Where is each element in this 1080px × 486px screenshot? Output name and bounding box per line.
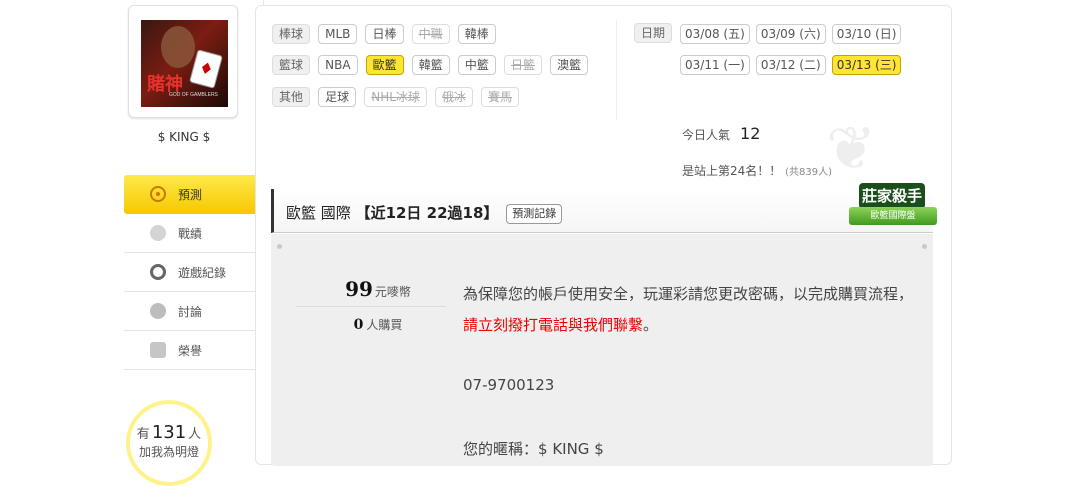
medal-icon xyxy=(150,342,166,358)
date-tag[interactable]: 03/12 (二) xyxy=(755,55,826,75)
nav-item-label: 戰績 xyxy=(178,226,203,241)
today-popularity: 今日人氣 12 xyxy=(682,124,761,143)
sidebar-nav: 預測 戰績 遊戲紀錄 討論 榮譽 xyxy=(124,175,271,370)
nav-item-record[interactable]: 戰績 xyxy=(124,214,264,253)
league-tag-selected[interactable]: 歐籃 xyxy=(365,55,404,75)
award-badge: 莊家殺手 歐籃國際盤 xyxy=(849,183,941,233)
league-tag: 中職 xyxy=(411,24,450,44)
filter-row-baseball: 棒球 MLB 日棒 中職 韓棒 xyxy=(272,23,499,44)
award-badge-title: 莊家殺手 xyxy=(859,183,925,209)
chart-icon xyxy=(150,225,166,241)
league-tag[interactable]: MLB xyxy=(318,24,358,44)
prediction-title-bar: 歐籃 國際 【近12日 22過18】 預測記錄 莊家殺手 歐籃國際盤 xyxy=(271,183,937,233)
league-tag: 日籃 xyxy=(503,55,542,75)
league-tag: NHL冰球 xyxy=(364,87,427,107)
award-badge-ribbon: 歐籃國際盤 xyxy=(849,207,937,225)
nav-item-label: 預測 xyxy=(178,188,203,202)
butterfly-decoration-icon: ❦ xyxy=(826,114,877,184)
ring-icon xyxy=(150,264,166,280)
league-tag: 俄冰 xyxy=(435,87,474,107)
league-tag: 賽馬 xyxy=(481,87,520,107)
nav-item-predict[interactable]: 預測 xyxy=(124,175,271,214)
date-tag[interactable]: 03/10 (日) xyxy=(831,24,902,44)
category-label: 棒球 xyxy=(272,24,311,44)
date-row: 03/08 (五) 03/09 (六) 03/10 (日) xyxy=(680,23,902,44)
filter-row-basketball: 籃球 NBA 歐籃 韓籃 中籃 日籃 澳籃 xyxy=(272,54,591,75)
nav-item-discuss[interactable]: 討論 xyxy=(124,292,264,331)
phone-number: 07-9700123 xyxy=(463,376,555,394)
date-tag[interactable]: 03/09 (六) xyxy=(755,24,826,44)
main-panel: 棒球 MLB 日棒 中職 韓棒 籃球 NBA 歐籃 韓籃 中籃 日籃 澳籃 其他… xyxy=(255,5,952,466)
league-tag[interactable]: 澳籃 xyxy=(550,55,589,75)
date-row: 03/11 (一) 03/12 (二) 03/13 (三) xyxy=(680,54,902,75)
fan-count: 有 131 人 xyxy=(136,422,202,443)
avatar-frame: ♦ 賭神 GOD OF GAMBLERS xyxy=(128,5,238,118)
price: 99 元嘜幣 xyxy=(345,277,411,301)
date-tag[interactable]: 03/11 (一) xyxy=(680,55,750,75)
prediction-history-button[interactable]: 預測記錄 xyxy=(506,203,563,224)
league-tag[interactable]: 足球 xyxy=(318,87,357,107)
record-summary: 【近12日 22過18】 xyxy=(355,204,499,222)
avatar-card: ♦ xyxy=(189,49,223,89)
site-rank: 是站上第24名！！ (共839人) xyxy=(682,164,832,178)
profile-sidebar: ♦ 賭神 GOD OF GAMBLERS $ KING $ 預測 戰績 遊戲紀錄… xyxy=(124,0,271,486)
security-message: 為保障您的帳戶使用安全，玩運彩請您更改密碼，以完成購買流程，請立刻撥打電話與我們… xyxy=(463,285,914,334)
contact-notice: 請立刻撥打電話與我們聯繫 xyxy=(463,316,644,334)
username: $ KING $ xyxy=(157,130,211,144)
category-label: 其他 xyxy=(272,87,311,107)
league-tag[interactable]: 韓籃 xyxy=(411,55,450,75)
nav-item-label: 討論 xyxy=(178,304,203,319)
league-tag[interactable]: 中籃 xyxy=(457,55,496,75)
league-tag[interactable]: 日棒 xyxy=(365,24,404,44)
nav-item-label: 榮譽 xyxy=(178,343,203,358)
date-tag[interactable]: 03/08 (五) xyxy=(680,24,750,44)
corner-dot xyxy=(277,244,282,249)
target-icon xyxy=(150,186,166,202)
avatar-subtitle-art: GOD OF GAMBLERS xyxy=(169,92,218,98)
category-label: 籃球 xyxy=(272,55,311,75)
corner-dot xyxy=(922,244,927,249)
avatar-face xyxy=(161,26,195,68)
league-tag[interactable]: NBA xyxy=(318,55,358,75)
league-tag[interactable]: 韓棒 xyxy=(457,24,496,44)
buyer-count: 0 人購買 xyxy=(353,317,403,333)
nav-item-honor[interactable]: 榮譽 xyxy=(124,331,264,370)
date-tag-selected[interactable]: 03/13 (三) xyxy=(831,55,902,75)
nav-item-label: 遊戲紀錄 xyxy=(178,265,227,280)
filter-row-other: 其他 足球 NHL冰球 俄冰 賽馬 xyxy=(272,86,522,107)
prediction-title: 歐籃 國際 【近12日 22過18】 預測記錄 xyxy=(286,202,563,224)
nav-item-game-log[interactable]: 遊戲紀錄 xyxy=(124,253,264,292)
discussion-icon xyxy=(150,303,166,319)
fan-count-badge[interactable]: 有 131 人 加我為明燈 xyxy=(126,400,212,486)
divider xyxy=(616,20,617,120)
prediction-content: 99 元嘜幣 0 人購買 為保障您的帳戶使用安全，玩運彩請您更改密碼，以完成購買流程… xyxy=(271,234,933,466)
date-label: 日期 xyxy=(634,23,673,43)
nickname-line: 您的暱稱：$ KING $ xyxy=(463,440,604,458)
avatar[interactable]: ♦ 賭神 GOD OF GAMBLERS xyxy=(141,20,228,107)
divider xyxy=(296,306,446,307)
fan-caption: 加我為明燈 xyxy=(138,445,199,459)
